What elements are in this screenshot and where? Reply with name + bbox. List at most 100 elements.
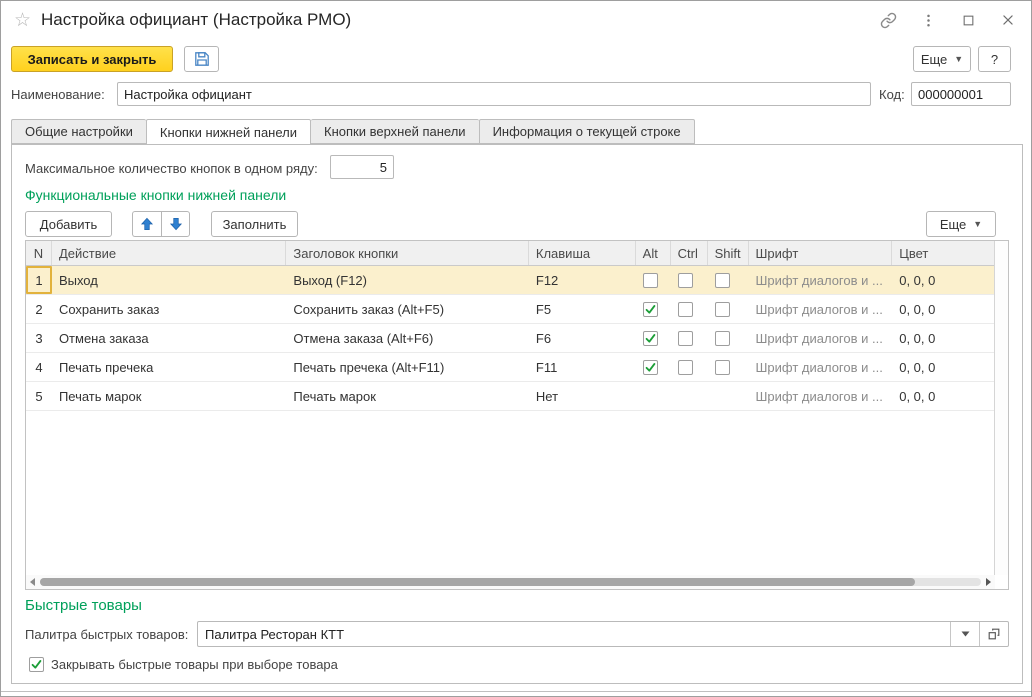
tab-top-panel-buttons[interactable]: Кнопки верхней панели [311, 119, 479, 144]
cell-caption[interactable]: Сохранить заказ (Alt+F5) [286, 295, 528, 323]
scroll-right-icon[interactable] [981, 578, 995, 586]
column-header-n[interactable]: N [26, 241, 52, 265]
add-button[interactable]: Добавить [25, 211, 112, 237]
cell-action[interactable]: Печать марок [52, 382, 286, 410]
cell-ctrl[interactable] [671, 324, 708, 352]
fill-button[interactable]: Заполнить [211, 211, 298, 237]
cell-action[interactable]: Отмена заказа [52, 324, 286, 352]
cell-key[interactable]: F12 [529, 266, 636, 294]
cell-alt[interactable] [636, 324, 671, 352]
table-more-button[interactable]: Еще▼ [926, 211, 996, 237]
shift-checkbox[interactable] [715, 331, 730, 346]
tab-bottom-panel-buttons[interactable]: Кнопки нижней панели [146, 119, 311, 145]
ctrl-checkbox[interactable] [678, 273, 693, 288]
cell-color[interactable]: 0, 0, 0 [892, 353, 994, 381]
tab-general-settings[interactable]: Общие настройки [11, 119, 146, 144]
scrollbar-thumb[interactable] [40, 578, 915, 586]
column-header-shift[interactable]: Shift [708, 241, 749, 265]
table-row[interactable]: 1ВыходВыход (F12)F12 Шрифт диалогов и ...… [26, 266, 994, 295]
table-row[interactable]: 5Печать марокПечать марокНетШрифт диалог… [26, 382, 994, 411]
cell-key[interactable]: F5 [529, 295, 636, 323]
help-button[interactable]: ? [978, 46, 1011, 72]
cell-ctrl[interactable] [671, 295, 708, 323]
move-down-button[interactable] [161, 211, 190, 237]
cell-caption[interactable]: Печать пречека (Alt+F11) [286, 353, 528, 381]
maximize-icon[interactable] [959, 11, 977, 29]
move-up-button[interactable] [132, 211, 161, 237]
scroll-left-icon[interactable] [26, 578, 40, 586]
cell-n[interactable]: 5 [26, 382, 52, 410]
column-header-action[interactable]: Действие [52, 241, 286, 265]
cell-alt[interactable] [636, 266, 671, 294]
close-quick-goods-checkbox[interactable] [29, 657, 44, 672]
ctrl-checkbox[interactable] [678, 331, 693, 346]
favorite-star-icon[interactable]: ☆ [14, 9, 31, 32]
cell-action[interactable]: Печать пречека [52, 353, 286, 381]
cell-alt[interactable] [636, 353, 671, 381]
table-row[interactable]: 3Отмена заказаОтмена заказа (Alt+F6)F6 Шр… [26, 324, 994, 353]
column-header-key[interactable]: Клавиша [529, 241, 636, 265]
shift-checkbox[interactable] [715, 273, 730, 288]
alt-checkbox[interactable] [643, 302, 658, 317]
cell-font[interactable]: Шрифт диалогов и ... [749, 324, 893, 352]
name-input[interactable] [117, 82, 871, 106]
cell-font[interactable]: Шрифт диалогов и ... [749, 382, 893, 410]
table-row[interactable]: 2Сохранить заказСохранить заказ (Alt+F5)… [26, 295, 994, 324]
cell-action[interactable]: Сохранить заказ [52, 295, 286, 323]
cell-shift[interactable] [708, 324, 749, 352]
horizontal-scrollbar[interactable] [26, 575, 995, 589]
palette-open-button[interactable] [979, 622, 1008, 646]
cell-caption[interactable]: Отмена заказа (Alt+F6) [286, 324, 528, 352]
cell-key[interactable]: F11 [529, 353, 636, 381]
shift-checkbox[interactable] [715, 302, 730, 317]
code-input[interactable] [911, 82, 1011, 106]
max-buttons-input[interactable] [330, 155, 394, 179]
shift-checkbox[interactable] [715, 360, 730, 375]
save-button[interactable] [184, 46, 219, 72]
cell-n[interactable]: 3 [26, 324, 52, 352]
alt-checkbox[interactable] [643, 331, 658, 346]
alt-checkbox[interactable] [643, 360, 658, 375]
cell-font[interactable]: Шрифт диалогов и ... [749, 353, 893, 381]
cell-key[interactable]: F6 [529, 324, 636, 352]
save-and-close-button[interactable]: Записать и закрыть [11, 46, 173, 72]
column-header-caption[interactable]: Заголовок кнопки [286, 241, 528, 265]
cell-shift[interactable] [708, 266, 749, 294]
cell-ctrl[interactable] [671, 382, 708, 410]
cell-font[interactable]: Шрифт диалогов и ... [749, 295, 893, 323]
cell-alt[interactable] [636, 382, 671, 410]
close-quick-goods-option[interactable]: Закрывать быстрые товары при выборе това… [29, 657, 338, 672]
cell-shift[interactable] [708, 295, 749, 323]
close-icon[interactable] [999, 11, 1017, 29]
vertical-scrollbar[interactable] [995, 241, 1008, 575]
cell-ctrl[interactable] [671, 266, 708, 294]
menu-kebab-icon[interactable] [919, 11, 937, 29]
cell-font[interactable]: Шрифт диалогов и ... [749, 266, 893, 294]
cell-ctrl[interactable] [671, 353, 708, 381]
cell-color[interactable]: 0, 0, 0 [892, 382, 994, 410]
link-icon[interactable] [879, 11, 897, 29]
alt-checkbox[interactable] [643, 273, 658, 288]
cell-action[interactable]: Выход [52, 266, 286, 294]
cell-caption[interactable]: Выход (F12) [286, 266, 528, 294]
column-header-color[interactable]: Цвет [892, 241, 994, 265]
cell-shift[interactable] [708, 353, 749, 381]
more-button[interactable]: Еще▼ [913, 46, 971, 72]
cell-caption[interactable]: Печать марок [286, 382, 528, 410]
cell-alt[interactable] [636, 295, 671, 323]
tab-current-row-info[interactable]: Информация о текущей строке [479, 119, 695, 144]
cell-color[interactable]: 0, 0, 0 [892, 266, 994, 294]
cell-n[interactable]: 1 [26, 266, 52, 294]
palette-combo-field[interactable]: Палитра Ресторан КТТ [197, 621, 1009, 647]
table-row[interactable]: 4Печать пречекаПечать пречека (Alt+F11)F… [26, 353, 994, 382]
column-header-font[interactable]: Шрифт [749, 241, 893, 265]
column-header-alt[interactable]: Alt [636, 241, 671, 265]
ctrl-checkbox[interactable] [678, 302, 693, 317]
ctrl-checkbox[interactable] [678, 360, 693, 375]
cell-n[interactable]: 4 [26, 353, 52, 381]
palette-dropdown-button[interactable] [950, 622, 979, 646]
cell-color[interactable]: 0, 0, 0 [892, 295, 994, 323]
cell-n[interactable]: 2 [26, 295, 52, 323]
cell-shift[interactable] [708, 382, 749, 410]
column-header-ctrl[interactable]: Ctrl [671, 241, 708, 265]
